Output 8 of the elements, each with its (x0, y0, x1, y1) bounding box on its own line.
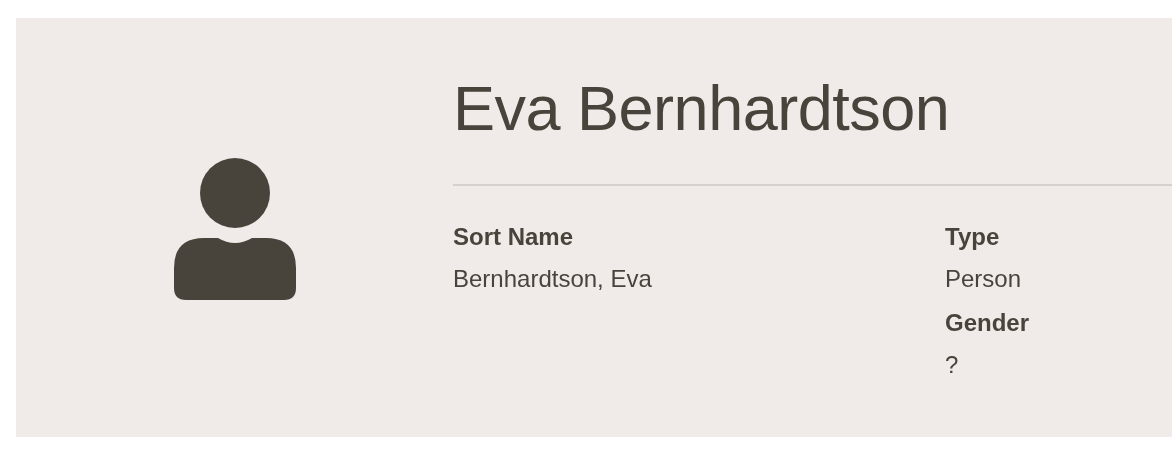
field-value: ? (945, 350, 960, 380)
field-label: Type (945, 222, 1001, 252)
field-value: Bernhardtson, Eva (453, 264, 653, 294)
person-icon (173, 158, 298, 300)
person-name: Eva Bernhardtson (453, 72, 951, 145)
field-value: Person (945, 264, 1023, 294)
field-label: Gender (945, 308, 1030, 338)
field-label: Sort Name (453, 222, 575, 252)
